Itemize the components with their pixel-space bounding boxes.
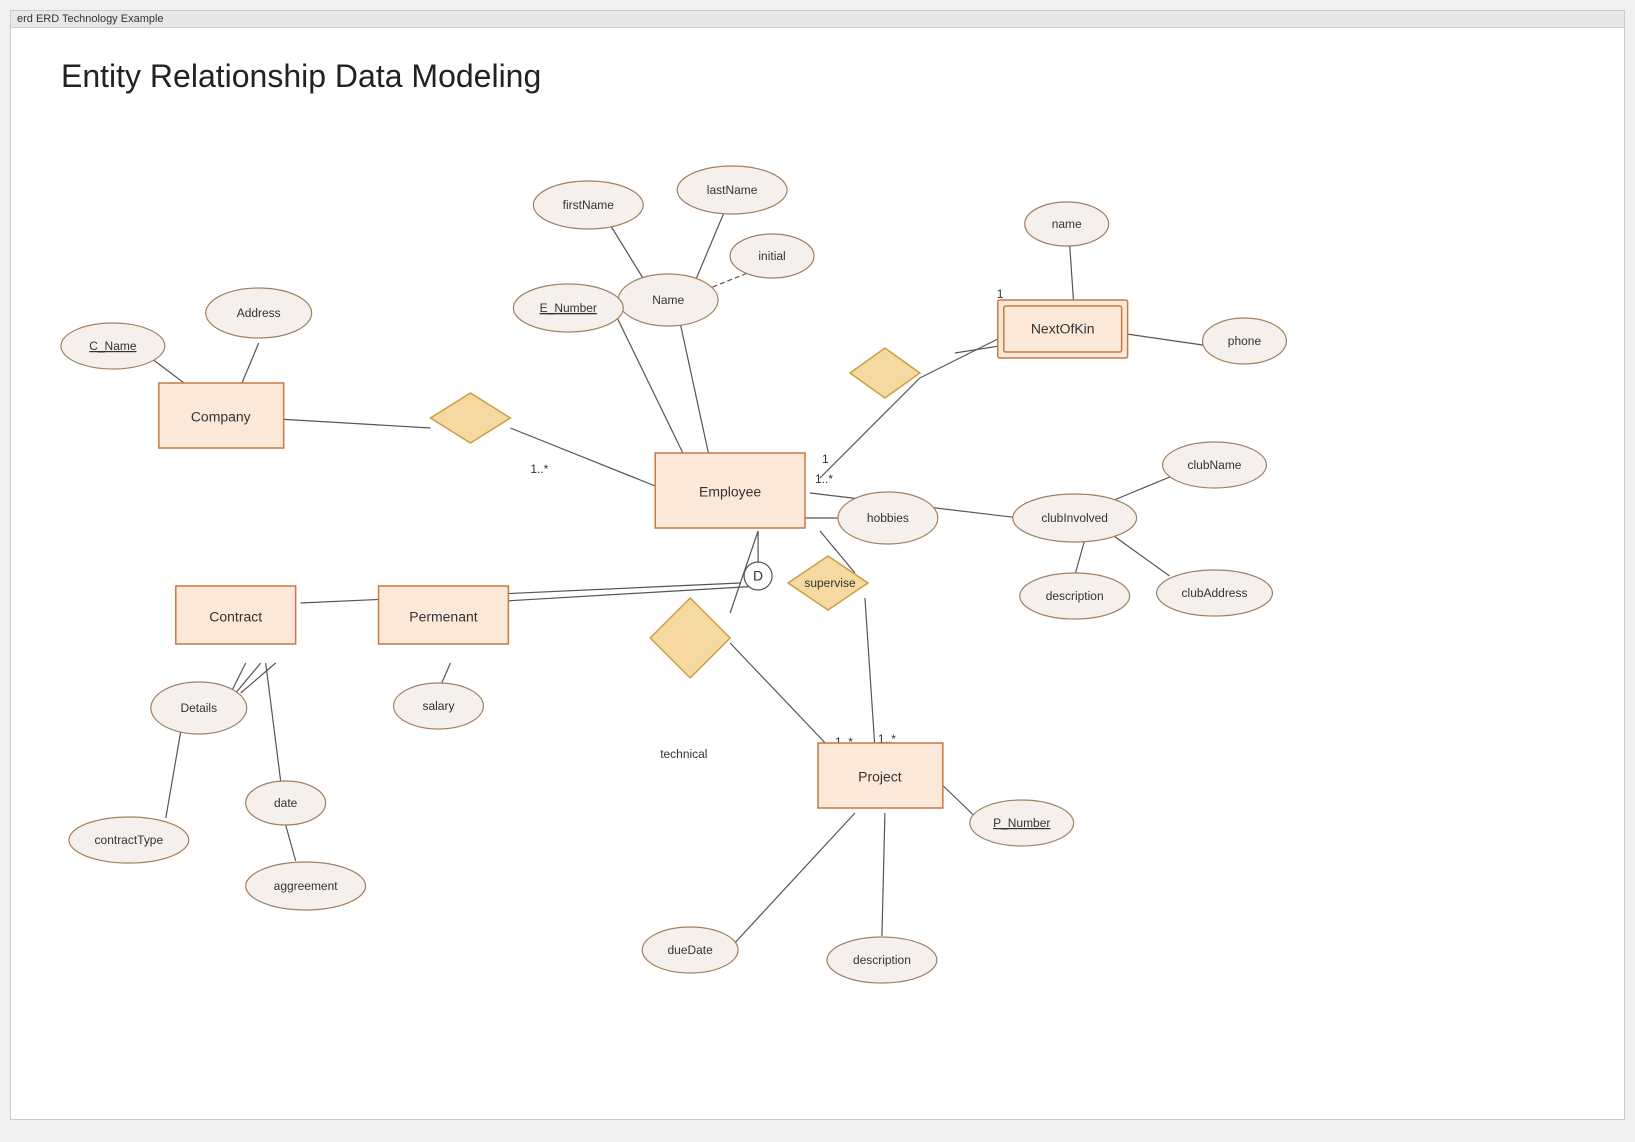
pnumber-label: P_Number <box>993 816 1050 830</box>
aggreement-label: aggreement <box>274 879 339 893</box>
proj-desc-label: description <box>853 953 911 967</box>
club-desc-label: description <box>1046 589 1104 603</box>
main-window: erd ERD Technology Example Entity Relati… <box>10 10 1625 1120</box>
has-nok-diamond <box>850 348 920 398</box>
name-attr-label: Name <box>652 293 684 307</box>
initial-label: initial <box>758 249 785 263</box>
clubname-label: clubName <box>1188 458 1242 472</box>
svg-text:1..*: 1..* <box>815 472 833 486</box>
tab-bar[interactable]: erd ERD Technology Example <box>11 11 1624 28</box>
nok-name-label: name <box>1052 217 1082 231</box>
details-label: Details <box>180 701 217 715</box>
duedate-label: dueDate <box>668 943 714 957</box>
contract-label: Contract <box>209 609 262 625</box>
nextofkin-1-label: 1 <box>997 287 1004 301</box>
svg-text:technical: technical <box>660 747 707 761</box>
svg-text:1: 1 <box>822 452 829 466</box>
tab-label[interactable]: erd ERD Technology Example <box>17 13 164 25</box>
nextofkin-label: NextOfKin <box>1031 321 1095 337</box>
permenant-label: Permenant <box>409 609 477 625</box>
clubaddress-label: clubAddress <box>1182 586 1248 600</box>
diagram-area: Entity Relationship Data Modeling 1 1..*… <box>11 28 1624 1108</box>
lastname-label: lastName <box>707 183 758 197</box>
works-for-diamond <box>430 393 510 443</box>
disjoint-label: D <box>753 568 763 584</box>
employee-label: Employee <box>699 484 761 500</box>
erd-diagram: 1 1..* 1 <box>11 28 1624 1108</box>
cname-label: C_Name <box>89 339 137 353</box>
salary-label: salary <box>422 699 454 713</box>
project-label: Project <box>858 769 902 785</box>
works-on-diamond <box>650 598 730 678</box>
address-label: Address <box>237 306 281 320</box>
contracttype-label: contractType <box>95 833 164 847</box>
date-label: date <box>274 796 298 810</box>
firstname-label: firstName <box>563 198 615 212</box>
supervise-label: supervise <box>804 576 856 590</box>
company-label: Company <box>191 409 251 425</box>
hobbies-label: hobbies <box>867 511 909 525</box>
enumber-label: E_Number <box>540 301 597 315</box>
svg-text:1..*: 1..* <box>530 462 548 476</box>
phone-label: phone <box>1228 334 1262 348</box>
clubinvolved-label: clubInvolved <box>1041 511 1108 525</box>
